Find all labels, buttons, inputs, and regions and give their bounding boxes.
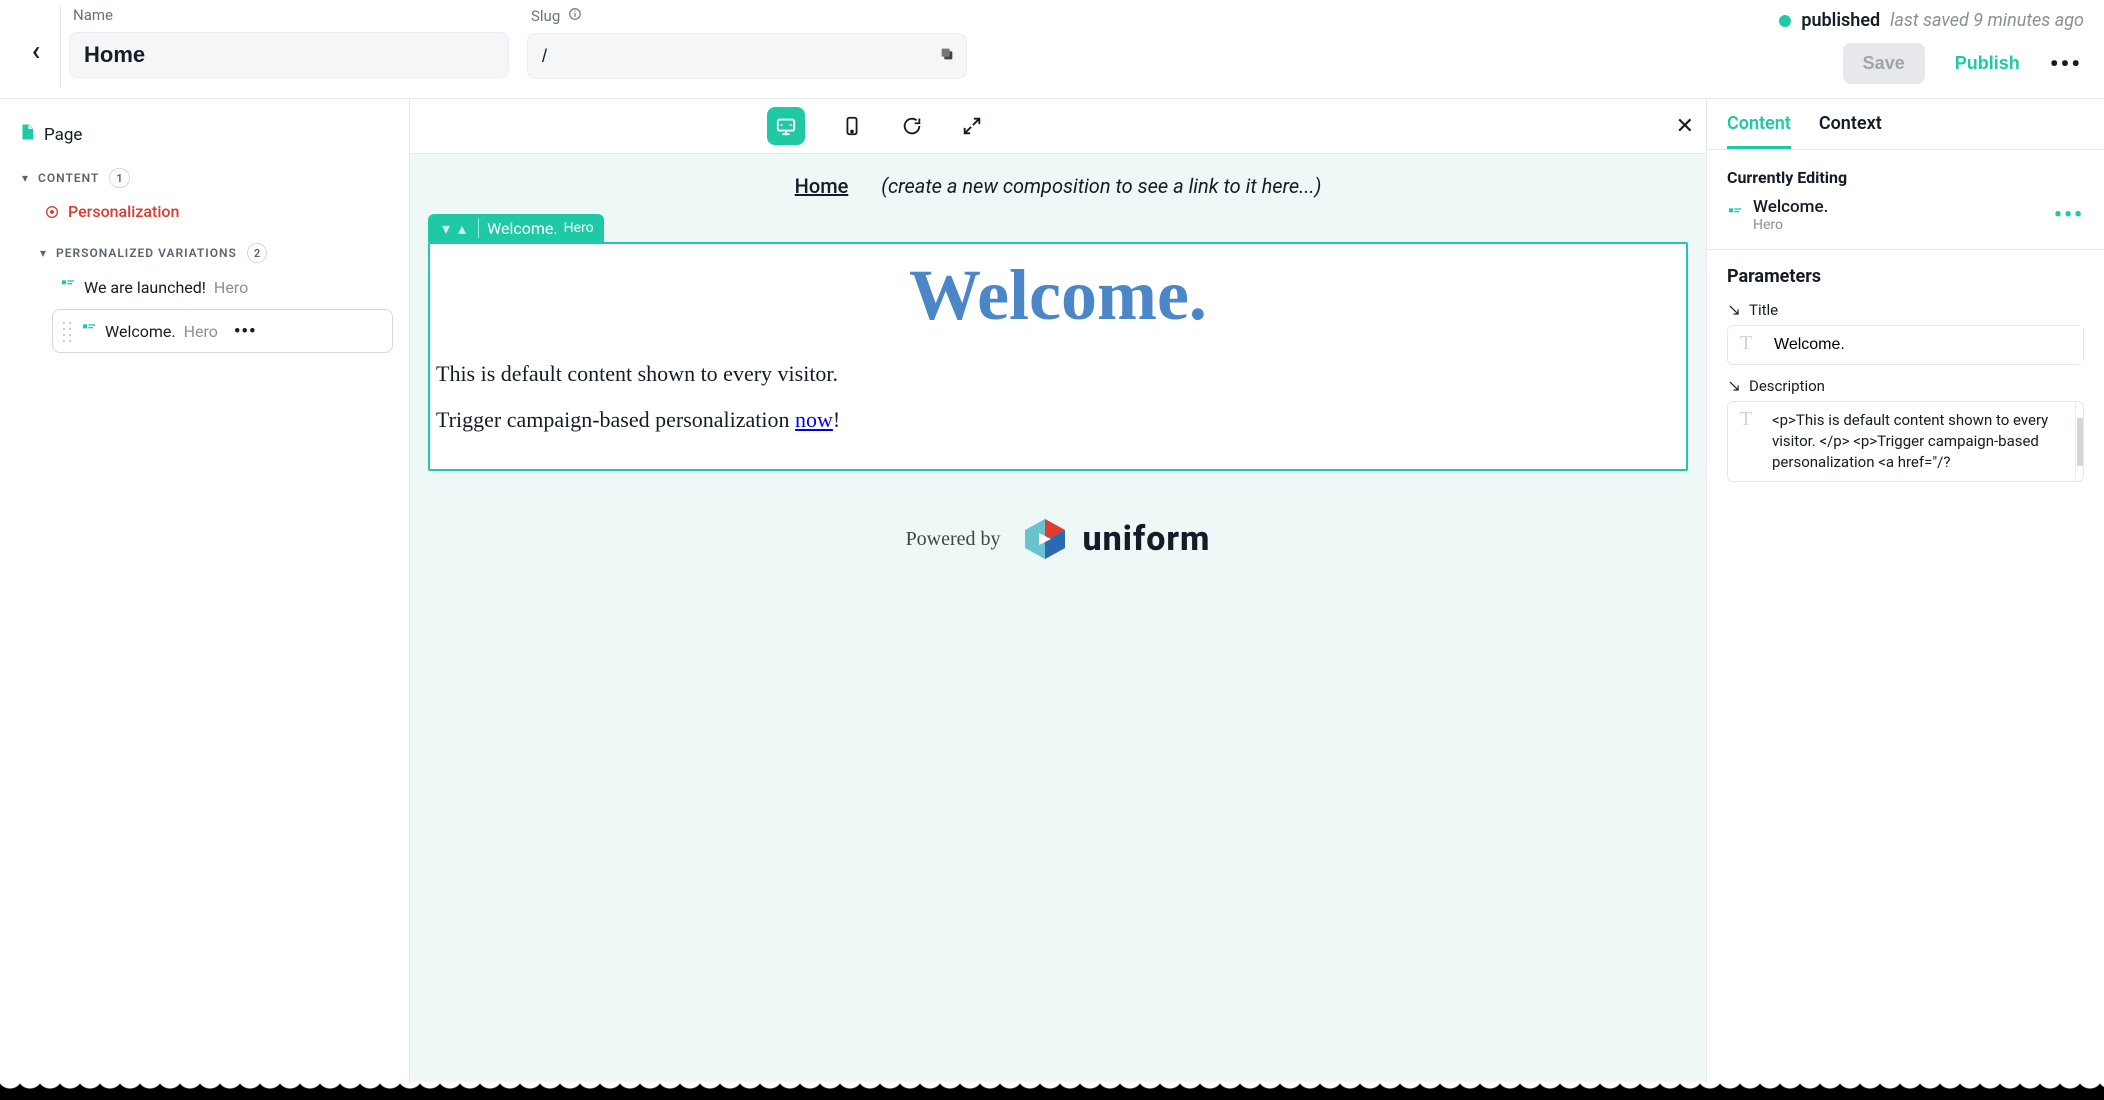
publish-button[interactable]: Publish bbox=[1955, 53, 2020, 74]
tree-root-label: Page bbox=[44, 125, 82, 145]
powered-by: Powered by uniform bbox=[428, 515, 1688, 563]
tree-root-page[interactable]: Page bbox=[10, 117, 399, 152]
currently-editing-heading: Currently Editing bbox=[1727, 168, 2084, 187]
chevron-down-icon: ▾ bbox=[22, 171, 28, 185]
variations-count-badge: 2 bbox=[247, 243, 267, 263]
variation-2-type: Hero bbox=[184, 322, 218, 341]
status-line: published last saved 9 minutes ago bbox=[1779, 6, 2092, 31]
chevron-down-icon: ▾ bbox=[40, 246, 46, 260]
drag-handle-icon[interactable] bbox=[61, 320, 73, 342]
close-button[interactable]: ✕ bbox=[1676, 114, 1694, 139]
brand-wordmark: uniform bbox=[1083, 519, 1211, 559]
variation-more-button[interactable]: ••• bbox=[234, 321, 257, 342]
canvas-toolbar: ✕ bbox=[410, 99, 1706, 154]
parameters-heading: Parameters bbox=[1727, 266, 2084, 287]
status-dot-icon bbox=[1779, 15, 1791, 27]
inspector-panel: Content Context Currently Editing Welcom… bbox=[1706, 99, 2104, 1082]
divider bbox=[1707, 249, 2104, 250]
variation-item-1[interactable]: We are launched! Hero bbox=[10, 271, 399, 303]
slug-field-group: Slug bbox=[527, 6, 967, 79]
page-icon bbox=[18, 123, 36, 146]
desktop-view-button[interactable] bbox=[767, 107, 805, 145]
section-variations-label: PERSONALIZED VARIATIONS bbox=[56, 246, 237, 260]
currently-editing-type: Hero bbox=[1753, 217, 1828, 233]
target-icon bbox=[44, 204, 60, 220]
page-header: ‹ Name Slug bbox=[0, 0, 2104, 99]
structure-tree: Page ▾ CONTENT 1 Personalization ▾ PERSO… bbox=[0, 99, 410, 1082]
param-description-textarea[interactable]: <p>This is default content shown to ever… bbox=[1764, 402, 2075, 481]
canvas-stage: Home (create a new composition to see a … bbox=[410, 154, 1706, 1082]
name-field-group: Name bbox=[69, 6, 509, 79]
section-content-label: CONTENT bbox=[38, 171, 99, 185]
refresh-button[interactable] bbox=[899, 113, 925, 139]
tree-section-variations[interactable]: ▾ PERSONALIZED VARIATIONS 2 bbox=[10, 235, 399, 271]
text-type-icon: T bbox=[1728, 402, 1764, 431]
tag-up-icon[interactable]: ▴ bbox=[454, 219, 470, 238]
main-layout: Page ▾ CONTENT 1 Personalization ▾ PERSO… bbox=[0, 99, 2104, 1082]
name-label: Name bbox=[73, 6, 113, 24]
back-button[interactable]: ‹ bbox=[12, 6, 60, 67]
tree-item-personalization[interactable]: Personalization bbox=[10, 196, 399, 227]
name-input[interactable] bbox=[69, 32, 509, 78]
tree-section-content[interactable]: ▾ CONTENT 1 bbox=[10, 160, 399, 196]
param-title-label: Title bbox=[1749, 301, 1778, 319]
tab-context[interactable]: Context bbox=[1819, 113, 1882, 149]
more-menu-button[interactable]: ••• bbox=[2050, 50, 2082, 78]
hero-paragraph-1: This is default content shown to every v… bbox=[436, 361, 1680, 387]
slug-input[interactable] bbox=[527, 33, 967, 79]
header-actions: Save Publish ••• bbox=[1843, 43, 2092, 84]
variation-item-2-selected[interactable]: Welcome. Hero ••• bbox=[52, 309, 393, 353]
inspector-tabs: Content Context bbox=[1707, 99, 2104, 150]
info-icon[interactable] bbox=[568, 6, 582, 25]
component-icon bbox=[81, 321, 97, 341]
param-description-label: Description bbox=[1749, 377, 1825, 395]
component-tag[interactable]: ▾ ▴ Welcome. Hero bbox=[428, 214, 604, 242]
arrow-bottom-right-icon bbox=[1727, 379, 1741, 393]
text-type-icon: T bbox=[1728, 326, 1764, 355]
component-icon bbox=[60, 277, 76, 297]
variation-1-name: We are launched! bbox=[84, 278, 206, 297]
component-icon bbox=[1727, 205, 1743, 225]
content-count-badge: 1 bbox=[109, 168, 129, 188]
slug-label: Slug bbox=[531, 7, 560, 25]
header-fields: Name Slug bbox=[69, 6, 1779, 79]
scrollbar[interactable] bbox=[2075, 402, 2083, 481]
brand-logo: uniform bbox=[1021, 515, 1211, 563]
save-button[interactable]: Save bbox=[1843, 43, 1925, 84]
param-title: Title T bbox=[1727, 301, 2084, 365]
tab-content[interactable]: Content bbox=[1727, 113, 1791, 149]
copy-icon[interactable] bbox=[939, 46, 955, 66]
last-saved-text: last saved 9 minutes ago bbox=[1890, 10, 2084, 31]
mobile-view-button[interactable] bbox=[839, 113, 865, 139]
arrow-bottom-right-icon bbox=[1727, 303, 1741, 317]
component-tag-type: Hero bbox=[564, 220, 594, 236]
canvas-column: ✕ Home (create a new composition to see … bbox=[410, 99, 1706, 1082]
variation-2-name: Welcome. bbox=[105, 322, 176, 341]
variation-1-type: Hero bbox=[214, 278, 248, 297]
divider bbox=[60, 6, 61, 88]
currently-editing-more-button[interactable]: ••• bbox=[2054, 203, 2084, 228]
preview-nav-hint: (create a new composition to see a link … bbox=[881, 174, 1321, 198]
selected-component-wrapper: ▾ ▴ Welcome. Hero Welcome. This is defau… bbox=[428, 214, 1688, 471]
hero-now-link[interactable]: now bbox=[795, 407, 833, 432]
header-right: published last saved 9 minutes ago Save … bbox=[1779, 6, 2092, 84]
status-text: published bbox=[1801, 10, 1880, 31]
tag-down-icon[interactable]: ▾ bbox=[438, 219, 454, 238]
component-tag-name: Welcome. bbox=[487, 219, 558, 238]
preview-nav-home[interactable]: Home bbox=[795, 174, 849, 198]
hero-component[interactable]: Welcome. This is default content shown t… bbox=[428, 242, 1688, 471]
param-description: Description T <p>This is default content… bbox=[1727, 377, 2084, 482]
currently-editing-name: Welcome. bbox=[1753, 197, 1828, 217]
chevron-left-icon: ‹ bbox=[32, 34, 41, 67]
currently-editing-card: Welcome. Hero ••• bbox=[1727, 197, 2084, 233]
torn-edge-decoration bbox=[0, 1082, 2104, 1100]
expand-button[interactable] bbox=[959, 113, 985, 139]
uniform-logo-icon bbox=[1021, 515, 1069, 563]
hero-paragraph-2: Trigger campaign-based personalization n… bbox=[436, 407, 1680, 433]
preview-nav: Home (create a new composition to see a … bbox=[428, 174, 1688, 198]
param-title-input[interactable] bbox=[1764, 326, 2083, 364]
personalization-label: Personalization bbox=[68, 202, 179, 221]
hero-title: Welcome. bbox=[436, 254, 1680, 337]
powered-by-label: Powered by bbox=[906, 528, 1001, 551]
